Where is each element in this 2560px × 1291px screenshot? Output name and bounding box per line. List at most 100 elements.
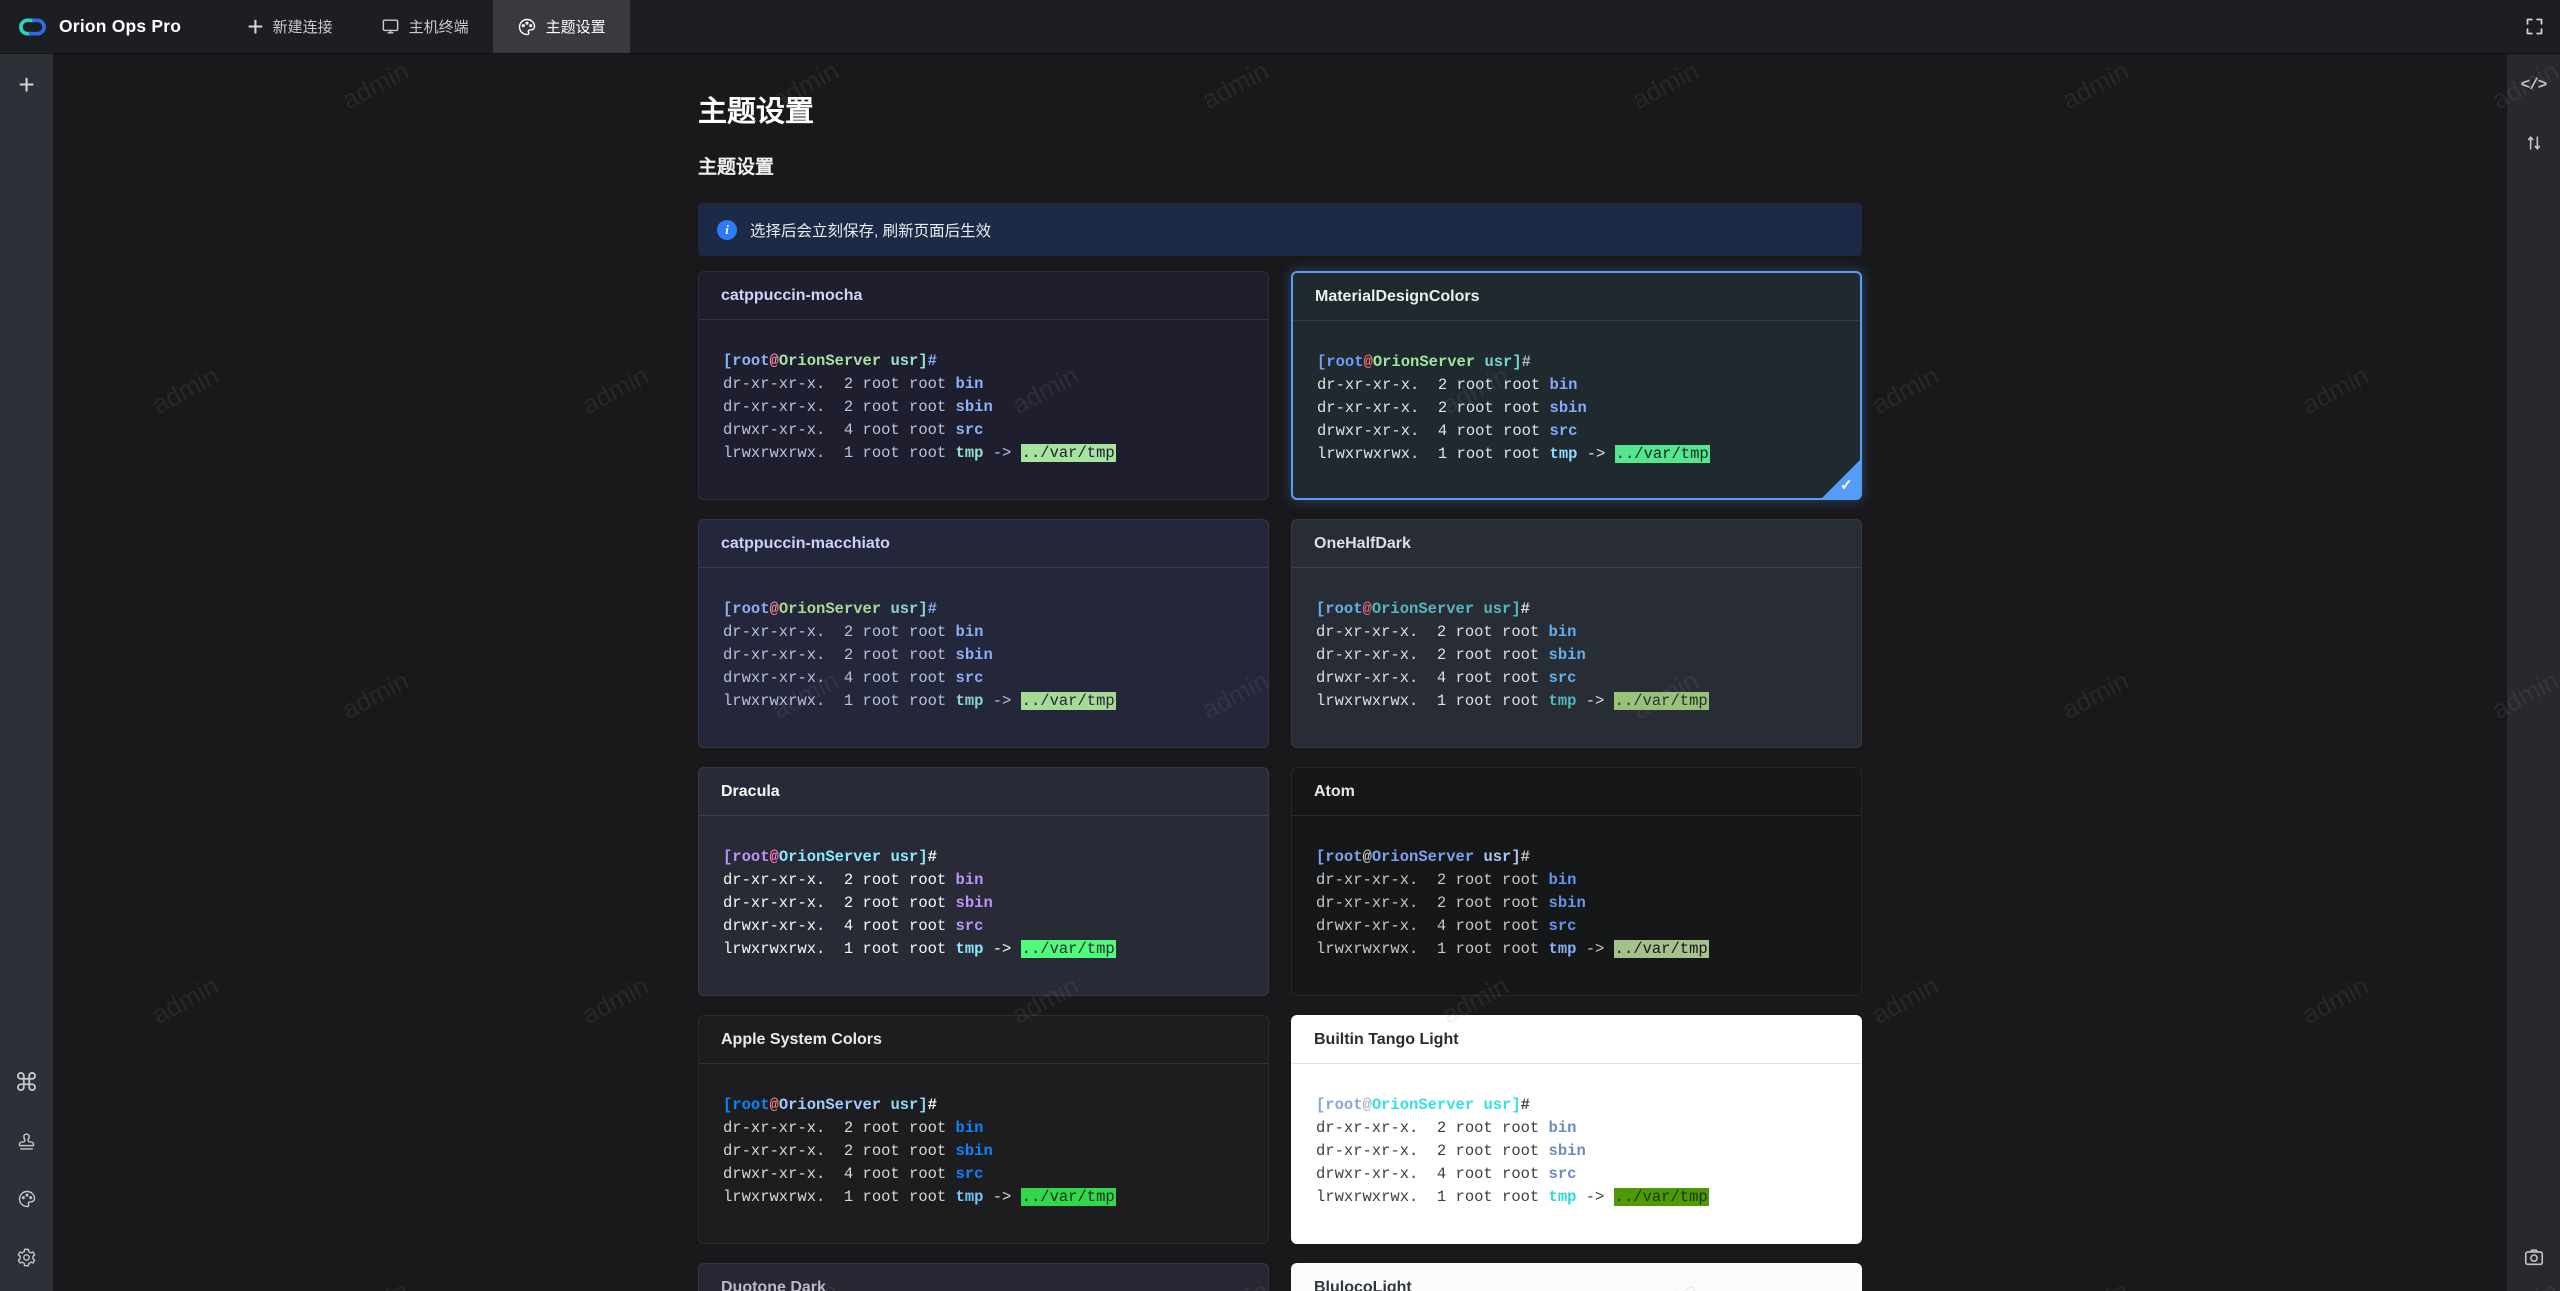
theme-card[interactable]: Apple System Colors [root@OrionServer us…: [698, 1015, 1269, 1244]
terminal-prompt-line: [root@OrionServer usr]#: [723, 598, 1244, 621]
settings-button[interactable]: [0, 1237, 53, 1277]
theme-name: catppuccin-macchiato: [721, 535, 890, 553]
main-content: 主题设置 主题设置 i 选择后会立刻保存, 刷新页面后生效 catppuccin…: [53, 53, 2507, 1291]
theme-name: catppuccin-mocha: [721, 287, 862, 305]
section-title: 主题设置: [698, 156, 1862, 179]
terminal-prompt-line: [root@OrionServer usr]#: [1317, 351, 1836, 374]
terminal-line: dr-xr-xr-x. 2 root root sbin: [1316, 892, 1837, 915]
terminal-line: drwxr-xr-x. 4 root root src: [723, 419, 1244, 442]
app-brand: Orion Ops Pro: [17, 16, 181, 38]
terminal-line: dr-xr-xr-x. 2 root root sbin: [1316, 1140, 1837, 1163]
stamp-icon: [16, 1131, 37, 1152]
add-connection-button[interactable]: +: [0, 65, 53, 105]
gear-icon: [16, 1247, 37, 1268]
info-banner: i 选择后会立刻保存, 刷新页面后生效: [698, 203, 1862, 256]
theme-card[interactable]: Duotone Dark ✓: [698, 1263, 1269, 1291]
theme-card[interactable]: Builtin Tango Light [root@OrionServer us…: [1291, 1015, 1862, 1244]
terminal-preview: [root@OrionServer usr]#dr-xr-xr-x. 2 roo…: [699, 816, 1268, 961]
theme-card[interactable]: MaterialDesignColors [root@OrionServer u…: [1291, 271, 1862, 500]
terminal-line: drwxr-xr-x. 4 root root src: [723, 667, 1244, 690]
theme-name: Builtin Tango Light: [1314, 1031, 1459, 1049]
theme-card[interactable]: Atom [root@OrionServer usr]#dr-xr-xr-x. …: [1291, 767, 1862, 996]
themes-button[interactable]: [0, 1179, 53, 1219]
check-icon: ✓: [1840, 476, 1853, 494]
header-tab-label: 新建连接: [273, 16, 333, 37]
terminal-preview: [root@OrionServer usr]#dr-xr-xr-x. 2 roo…: [699, 1064, 1268, 1209]
terminal-preview: [root@OrionServer usr]#dr-xr-xr-x. 2 roo…: [699, 568, 1268, 713]
app-title: Orion Ops Pro: [59, 16, 181, 37]
terminal-line: drwxr-xr-x. 4 root root src: [1316, 667, 1837, 690]
terminal-line: dr-xr-xr-x. 2 root root sbin: [723, 1140, 1244, 1163]
terminal-line: drwxr-xr-x. 4 root root src: [1317, 420, 1836, 443]
terminal-prompt-line: [root@OrionServer usr]#: [1316, 598, 1837, 621]
header-tab-1[interactable]: 主机终端: [357, 0, 493, 53]
terminal-line: drwxr-xr-x. 4 root root src: [1316, 915, 1837, 938]
terminal-preview: [root@OrionServer usr]#dr-xr-xr-x. 2 roo…: [699, 320, 1268, 465]
terminal-preview: [root@OrionServer usr]#dr-xr-xr-x. 2 roo…: [1292, 1064, 1861, 1209]
terminal-symlink-line: lrwxrwxrwx. 1 root root tmp -> ../var/tm…: [1317, 443, 1836, 466]
terminal-line: dr-xr-xr-x. 2 root root bin: [723, 869, 1244, 892]
theme-name: Atom: [1314, 783, 1355, 801]
fullscreen-button[interactable]: [2524, 16, 2545, 37]
terminal-line: drwxr-xr-x. 4 root root src: [723, 1163, 1244, 1186]
command-icon: ⌘: [14, 1071, 39, 1096]
theme-card[interactable]: OneHalfDark [root@OrionServer usr]# dr-xr…: [1291, 519, 1862, 748]
terminal-line: dr-xr-xr-x. 2 root root sbin: [1316, 644, 1837, 667]
terminal-symlink-line: lrwxrwxrwx. 1 root root tmp -> ../var/tm…: [1316, 938, 1837, 961]
info-banner-text: 选择后会立刻保存, 刷新页面后生效: [750, 219, 991, 241]
theme-card[interactable]: catppuccin-mocha [root@OrionServer usr]#…: [698, 271, 1269, 500]
terminal-prompt-line: [root@OrionServer usr]#: [723, 1094, 1244, 1117]
terminal-preview: [root@OrionServer usr]# dr-xr-xr-x. 2 roo…: [1292, 568, 1861, 713]
theme-name: MaterialDesignColors: [1315, 288, 1479, 306]
terminal-symlink-line: lrwxrwxrwx. 1 root root tmp -> ../var/tm…: [723, 442, 1244, 465]
theme-card-header: Builtin Tango Light: [1292, 1016, 1861, 1064]
theme-card-header: OneHalfDark: [1292, 520, 1861, 568]
terminal-line: dr-xr-xr-x. 2 root root bin: [723, 1117, 1244, 1140]
terminal-line: dr-xr-xr-x. 2 root root bin: [723, 621, 1244, 644]
theme-card-header: Duotone Dark: [699, 1264, 1268, 1291]
top-header: Orion Ops Pro +新建连接主机终端主题设置: [0, 0, 2560, 54]
theme-card-header: Atom: [1292, 768, 1861, 816]
theme-name: Duotone Dark: [721, 1279, 826, 1291]
terminal-line: dr-xr-xr-x. 2 root root sbin: [723, 396, 1244, 419]
terminal-line: dr-xr-xr-x. 2 root root bin: [1316, 1117, 1837, 1140]
terminal-symlink-line: lrwxrwxrwx. 1 root root tmp -> ../var/tm…: [1316, 1186, 1837, 1209]
header-tab-0[interactable]: +新建连接: [223, 0, 356, 53]
screenshot-button[interactable]: [2507, 1237, 2560, 1277]
terminal-preview: [root@OrionServer usr]#dr-xr-xr-x. 2 roo…: [1292, 816, 1861, 961]
terminal-line: drwxr-xr-x. 4 root root src: [1316, 1163, 1837, 1186]
sort-icon: [2524, 133, 2544, 153]
terminal-line: dr-xr-xr-x. 2 root root sbin: [723, 892, 1244, 915]
terminal-line: dr-xr-xr-x. 2 root root bin: [1317, 374, 1836, 397]
right-sidebar: </>: [2507, 53, 2560, 1291]
terminal-symlink-line: lrwxrwxrwx. 1 root root tmp -> ../var/tm…: [723, 1186, 1244, 1209]
theme-card-header: catppuccin-macchiato: [699, 520, 1268, 568]
header-tab-2[interactable]: 主题设置: [493, 0, 630, 53]
theme-name: BlulocoLight: [1314, 1279, 1412, 1291]
theme-card-header: BlulocoLight: [1292, 1264, 1861, 1291]
theme-name: OneHalfDark: [1314, 535, 1411, 553]
terminal-line: dr-xr-xr-x. 2 root root sbin: [1317, 397, 1836, 420]
theme-card[interactable]: Dracula [root@OrionServer usr]#dr-xr-xr-…: [698, 767, 1269, 996]
snippets-button[interactable]: [0, 1121, 53, 1161]
terminal-line: drwxr-xr-x. 4 root root src: [723, 915, 1244, 938]
palette-icon: [17, 1189, 37, 1209]
terminal-symlink-line: lrwxrwxrwx. 1 root root tmp -> ../var/tm…: [1316, 690, 1837, 713]
header-tabs: +新建连接主机终端主题设置: [223, 0, 629, 53]
terminal-icon: [381, 17, 400, 36]
code-icon: </>: [2521, 76, 2547, 94]
theme-grid: catppuccin-mocha [root@OrionServer usr]#…: [698, 271, 1862, 1291]
terminal-line: dr-xr-xr-x. 2 root root bin: [723, 373, 1244, 396]
camera-icon: [2523, 1246, 2545, 1268]
theme-card-header: Dracula: [699, 768, 1268, 816]
transfer-button[interactable]: [2507, 123, 2560, 163]
plus-icon: +: [18, 71, 34, 99]
terminal-prompt-line: [root@OrionServer usr]#: [723, 350, 1244, 373]
theme-card[interactable]: BlulocoLight ✓: [1291, 1263, 1862, 1291]
shortcuts-button[interactable]: ⌘: [0, 1063, 53, 1103]
editor-button[interactable]: </>: [2507, 65, 2560, 105]
theme-name: Apple System Colors: [721, 1031, 882, 1049]
page-title: 主题设置: [698, 95, 1862, 129]
theme-card[interactable]: catppuccin-macchiato [root@OrionServer u…: [698, 519, 1269, 748]
palette-icon: [517, 17, 537, 37]
